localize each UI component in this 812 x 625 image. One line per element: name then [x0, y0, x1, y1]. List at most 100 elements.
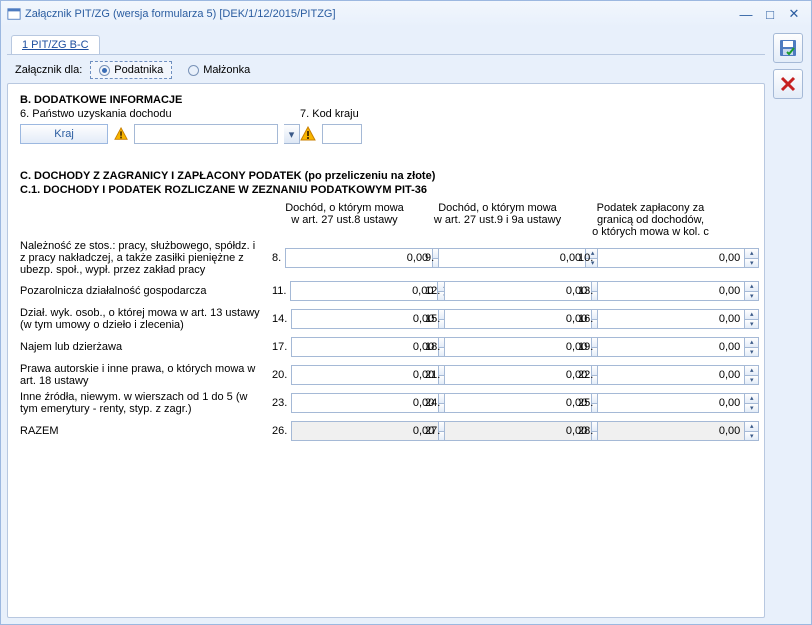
amount-input[interactable] — [597, 309, 745, 329]
amount-input — [444, 421, 592, 441]
spin-down[interactable]: ▾ — [745, 375, 759, 386]
spin-down[interactable]: ▾ — [745, 347, 759, 358]
amount-input[interactable] — [444, 309, 592, 329]
spin-up: ▴ — [745, 421, 759, 431]
sidebar-toolbar — [771, 33, 805, 618]
table-row: Najem lub dzierżawa17.▴▾18.▴▾19.▴▾ — [20, 334, 752, 360]
kraj-dropdown-arrow[interactable]: ▾ — [284, 124, 300, 144]
window-title: Załącznik PIT/ZG (wersja formularza 5) [… — [25, 8, 733, 20]
cell: 15.▴▾ — [421, 309, 574, 329]
spin-up[interactable]: ▴ — [745, 248, 759, 258]
cell: 26.▴▾ — [268, 421, 421, 441]
warning-icon — [300, 126, 316, 142]
amount-input[interactable] — [597, 393, 745, 413]
table-row: Inne źródła, niewym. w wierszach od 1 do… — [20, 390, 752, 416]
amount-input[interactable] — [597, 248, 745, 268]
kraj-button[interactable]: Kraj — [20, 124, 108, 144]
cell: 16.▴▾ — [574, 309, 727, 329]
radio-podatnika[interactable]: Podatnika — [90, 61, 172, 79]
amount-input[interactable] — [290, 281, 438, 301]
amount-input[interactable] — [597, 365, 745, 385]
cell: 17.▴▾ — [268, 337, 421, 357]
cell: 14.▴▾ — [268, 309, 421, 329]
section-b-title: B. DODATKOWE INFORMACJE — [20, 94, 752, 106]
kraj-input[interactable] — [134, 124, 278, 144]
amount-input[interactable] — [291, 337, 439, 357]
amount-spinner: ▴▾ — [597, 309, 759, 329]
amount-spinner: ▴▾ — [597, 365, 759, 385]
cell: 8.▴▾ — [268, 248, 421, 268]
main-pane: 1 PIT/ZG B-C Załącznik dla: Podatnika Ma… — [7, 33, 765, 618]
field-number: 21. — [425, 369, 440, 381]
income-grid: Należność ze stos.: pracy, służbowego, s… — [20, 240, 752, 444]
column-headers: Dochód, o którym mowaw art. 27 ust.8 ust… — [20, 202, 752, 238]
amount-input[interactable] — [285, 248, 433, 268]
table-row: Dział. wyk. osob., o której mowa w art. … — [20, 306, 752, 332]
field-number: 8. — [272, 252, 281, 264]
radio-malzonka[interactable]: Małżonka — [180, 62, 258, 78]
amount-input — [597, 421, 745, 441]
cell: 18.▴▾ — [421, 337, 574, 357]
field-number: 10. — [578, 252, 593, 264]
amount-input[interactable] — [597, 337, 745, 357]
spin-down[interactable]: ▾ — [745, 291, 759, 302]
amount-input[interactable] — [291, 365, 439, 385]
amount-input[interactable] — [597, 281, 745, 301]
minimize-button[interactable]: — — [735, 5, 757, 23]
col-header-3: Podatek zapłacony zagranicą od dochodów,… — [574, 202, 727, 238]
tab-pitzg-bc[interactable]: 1 PIT/ZG B-C — [11, 35, 100, 54]
field-number: 14. — [272, 313, 287, 325]
cell: 22.▴▾ — [574, 365, 727, 385]
table-row: Pozarolnicza działalność gospodarcza11.▴… — [20, 278, 752, 304]
field-number: 12. — [425, 285, 440, 297]
amount-input[interactable] — [438, 248, 586, 268]
amount-input — [291, 421, 439, 441]
amount-spinner: ▴▾ — [597, 281, 759, 301]
spin-up[interactable]: ▴ — [745, 337, 759, 347]
form-panel: B. DODATKOWE INFORMACJE 6. Państwo uzysk… — [7, 83, 765, 618]
field-number: 18. — [425, 341, 440, 353]
cell: 28.▴▾ — [574, 421, 727, 441]
cell: 24.▴▾ — [421, 393, 574, 413]
field-number: 22. — [578, 369, 593, 381]
field-number: 28. — [578, 425, 593, 437]
close-icon — [779, 75, 797, 93]
amount-spinner: ▴▾ — [597, 393, 759, 413]
field-number: 27. — [425, 425, 440, 437]
cell: 13.▴▾ — [574, 281, 727, 301]
q7-label: 7. Kod kraju — [300, 108, 362, 120]
maximize-button[interactable]: □ — [759, 5, 781, 23]
spin-up[interactable]: ▴ — [745, 281, 759, 291]
cancel-button[interactable] — [773, 69, 803, 99]
amount-input[interactable] — [444, 281, 592, 301]
kod-kraju-input[interactable] — [322, 124, 362, 144]
cell: 25.▴▾ — [574, 393, 727, 413]
amount-spinner: ▴▾ — [597, 248, 759, 268]
spin-up[interactable]: ▴ — [745, 365, 759, 375]
cell: 19.▴▾ — [574, 337, 727, 357]
cell: 20.▴▾ — [268, 365, 421, 385]
amount-input[interactable] — [291, 309, 439, 329]
title-bar: Załącznik PIT/ZG (wersja formularza 5) [… — [1, 1, 811, 27]
spin-up[interactable]: ▴ — [745, 393, 759, 403]
amount-input[interactable] — [444, 393, 592, 413]
row-desc: Inne źródła, niewym. w wierszach od 1 do… — [20, 391, 268, 415]
amount-input[interactable] — [291, 393, 439, 413]
spin-down[interactable]: ▾ — [745, 319, 759, 330]
section-c1-title: C.1. DOCHODY I PODATEK ROZLICZANE W ZEZN… — [20, 184, 752, 196]
close-window-button[interactable]: ✕ — [783, 5, 805, 23]
field-number: 17. — [272, 341, 287, 353]
row-desc: Najem lub dzierżawa — [20, 341, 268, 353]
spin-down[interactable]: ▾ — [745, 403, 759, 414]
cell: 23.▴▾ — [268, 393, 421, 413]
amount-input[interactable] — [444, 365, 592, 385]
warning-icon — [114, 126, 128, 142]
spin-down[interactable]: ▾ — [745, 258, 759, 269]
cell: 9.▴▾ — [421, 248, 574, 268]
field-number: 9. — [425, 252, 434, 264]
cell: 21.▴▾ — [421, 365, 574, 385]
save-button[interactable] — [773, 33, 803, 63]
field-number: 26. — [272, 425, 287, 437]
amount-input[interactable] — [444, 337, 592, 357]
spin-up[interactable]: ▴ — [745, 309, 759, 319]
